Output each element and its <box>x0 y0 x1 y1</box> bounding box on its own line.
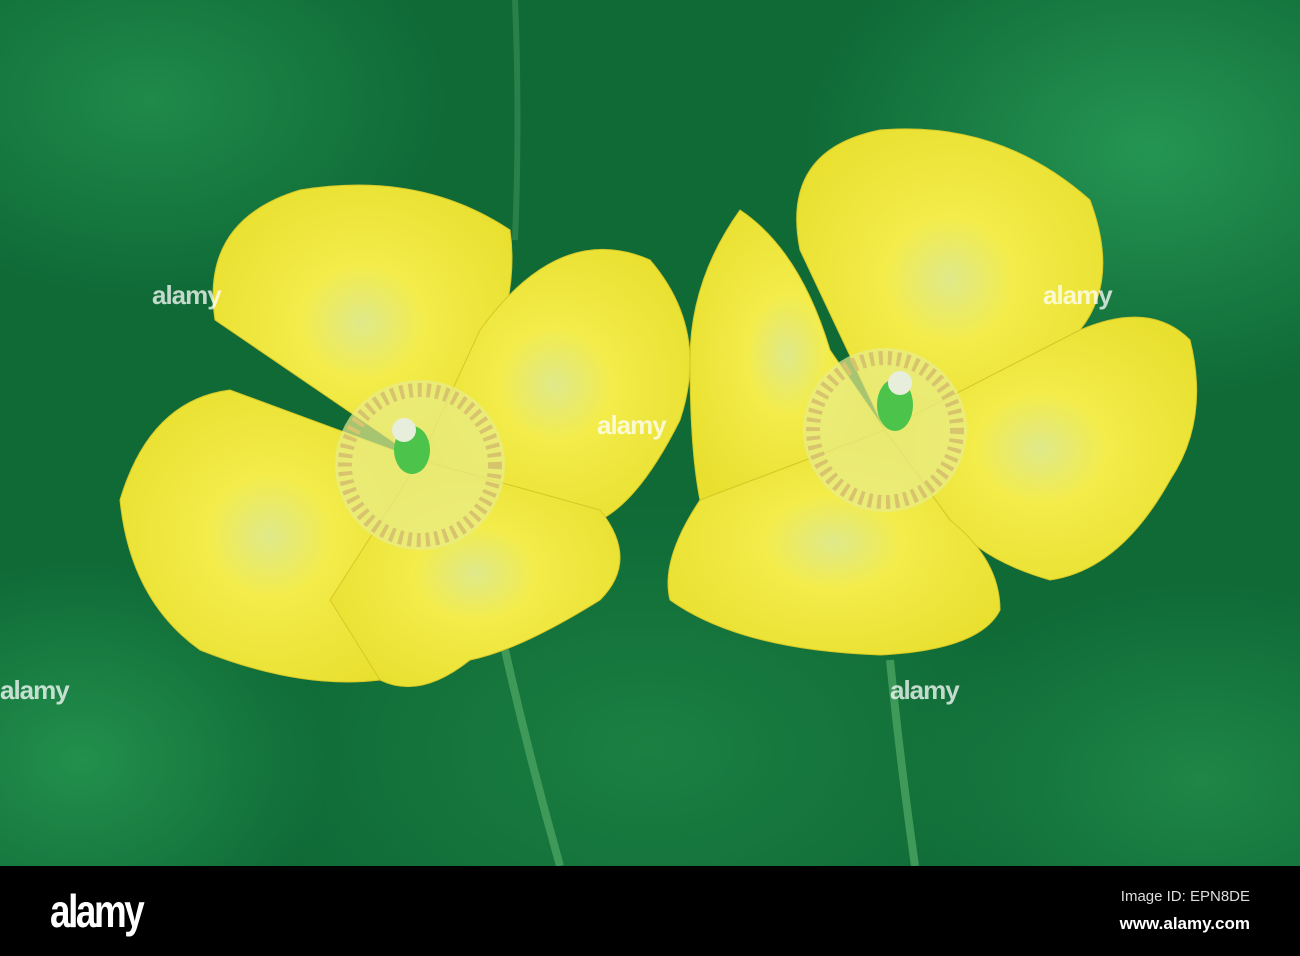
footer-bar: alamy Image ID: EPN8DE www.alamy.com <box>0 866 1300 956</box>
watermark: alamy <box>597 410 667 440</box>
alamy-logo: alamy <box>50 885 145 937</box>
right-poppy <box>667 128 1198 656</box>
stem <box>501 649 564 866</box>
watermark: alamy <box>0 675 70 705</box>
stem <box>512 0 521 241</box>
watermark: alamy <box>1043 280 1113 310</box>
photo: alamy alamy alamy alamy alamy <box>0 0 1300 866</box>
watermark: alamy <box>152 280 222 310</box>
image-id: Image ID: EPN8DE <box>1120 888 1250 905</box>
website-link[interactable]: www.alamy.com <box>1120 914 1250 934</box>
watermark: alamy <box>890 675 960 705</box>
